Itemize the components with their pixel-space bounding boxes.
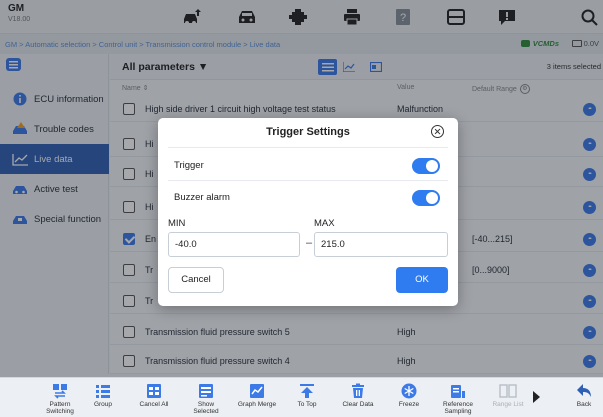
snowflake-icon	[401, 383, 417, 399]
cancel-button[interactable]: Cancel	[168, 267, 224, 293]
trigger-label: Trigger	[174, 160, 204, 171]
trigger-settings-dialog: Trigger Settings Trigger Buzzer alarm MI…	[158, 118, 458, 306]
toolbar-label: Group	[93, 401, 113, 408]
min-input[interactable]: -40.0	[168, 232, 300, 257]
range-separator: –	[306, 237, 313, 249]
ok-button[interactable]: OK	[396, 267, 448, 293]
toolbar-label: Pattern Switching	[46, 401, 74, 415]
range-list-icon	[499, 384, 517, 398]
trigger-toggle[interactable]	[412, 158, 440, 174]
back-arrow-icon	[577, 384, 591, 397]
range-list-button[interactable]: Range List	[488, 380, 528, 417]
dialog-title: Trigger Settings	[266, 126, 350, 138]
close-icon[interactable]	[431, 125, 444, 138]
freeze-button[interactable]: Freeze	[392, 380, 426, 417]
divider	[168, 180, 448, 181]
cancel-all-button[interactable]: Cancel All	[133, 380, 175, 417]
to-top-icon	[300, 384, 314, 398]
max-label: MAX	[314, 218, 335, 229]
back-button[interactable]: Back	[568, 380, 600, 417]
group-list-icon	[96, 385, 110, 398]
cancel-all-icon	[147, 384, 161, 398]
clear-data-button[interactable]: Clear Data	[336, 380, 380, 417]
toolbar-label: To Top	[297, 401, 317, 408]
group-button[interactable]: Group	[88, 380, 118, 417]
show-selected-icon	[199, 384, 213, 398]
toolbar-scroll-right-icon[interactable]	[533, 391, 540, 403]
toolbar-label: Cancel All	[139, 401, 169, 408]
buzzer-alarm-label: Buzzer alarm	[174, 192, 230, 203]
toolbar-label: Graph Merge	[237, 401, 277, 408]
toolbar-label: Range List	[492, 401, 524, 408]
show-selected-button[interactable]: Show Selected	[184, 380, 228, 417]
min-label: MIN	[168, 218, 186, 229]
graph-merge-button[interactable]: Graph Merge	[231, 380, 283, 417]
buzzer-alarm-toggle[interactable]	[412, 190, 440, 206]
graph-merge-icon	[250, 384, 264, 398]
max-input[interactable]: 215.0	[314, 232, 448, 257]
reference-sampling-button[interactable]: Reference Sampling	[433, 380, 483, 417]
divider	[168, 147, 448, 148]
bottom-toolbar: Pattern Switching Group Cancel All Show …	[0, 377, 603, 417]
pattern-switching-button[interactable]: Pattern Switching	[38, 380, 82, 417]
sampling-icon	[451, 385, 465, 398]
trash-icon	[352, 383, 364, 398]
toolbar-label: Show Selected	[193, 401, 219, 415]
toolbar-label: Reference Sampling	[443, 401, 473, 415]
toolbar-label: Back	[576, 401, 592, 408]
toolbar-label: Freeze	[398, 401, 420, 408]
pattern-switch-icon	[53, 384, 67, 399]
toolbar-label: Clear Data	[342, 401, 374, 408]
to-top-button[interactable]: To Top	[290, 380, 324, 417]
